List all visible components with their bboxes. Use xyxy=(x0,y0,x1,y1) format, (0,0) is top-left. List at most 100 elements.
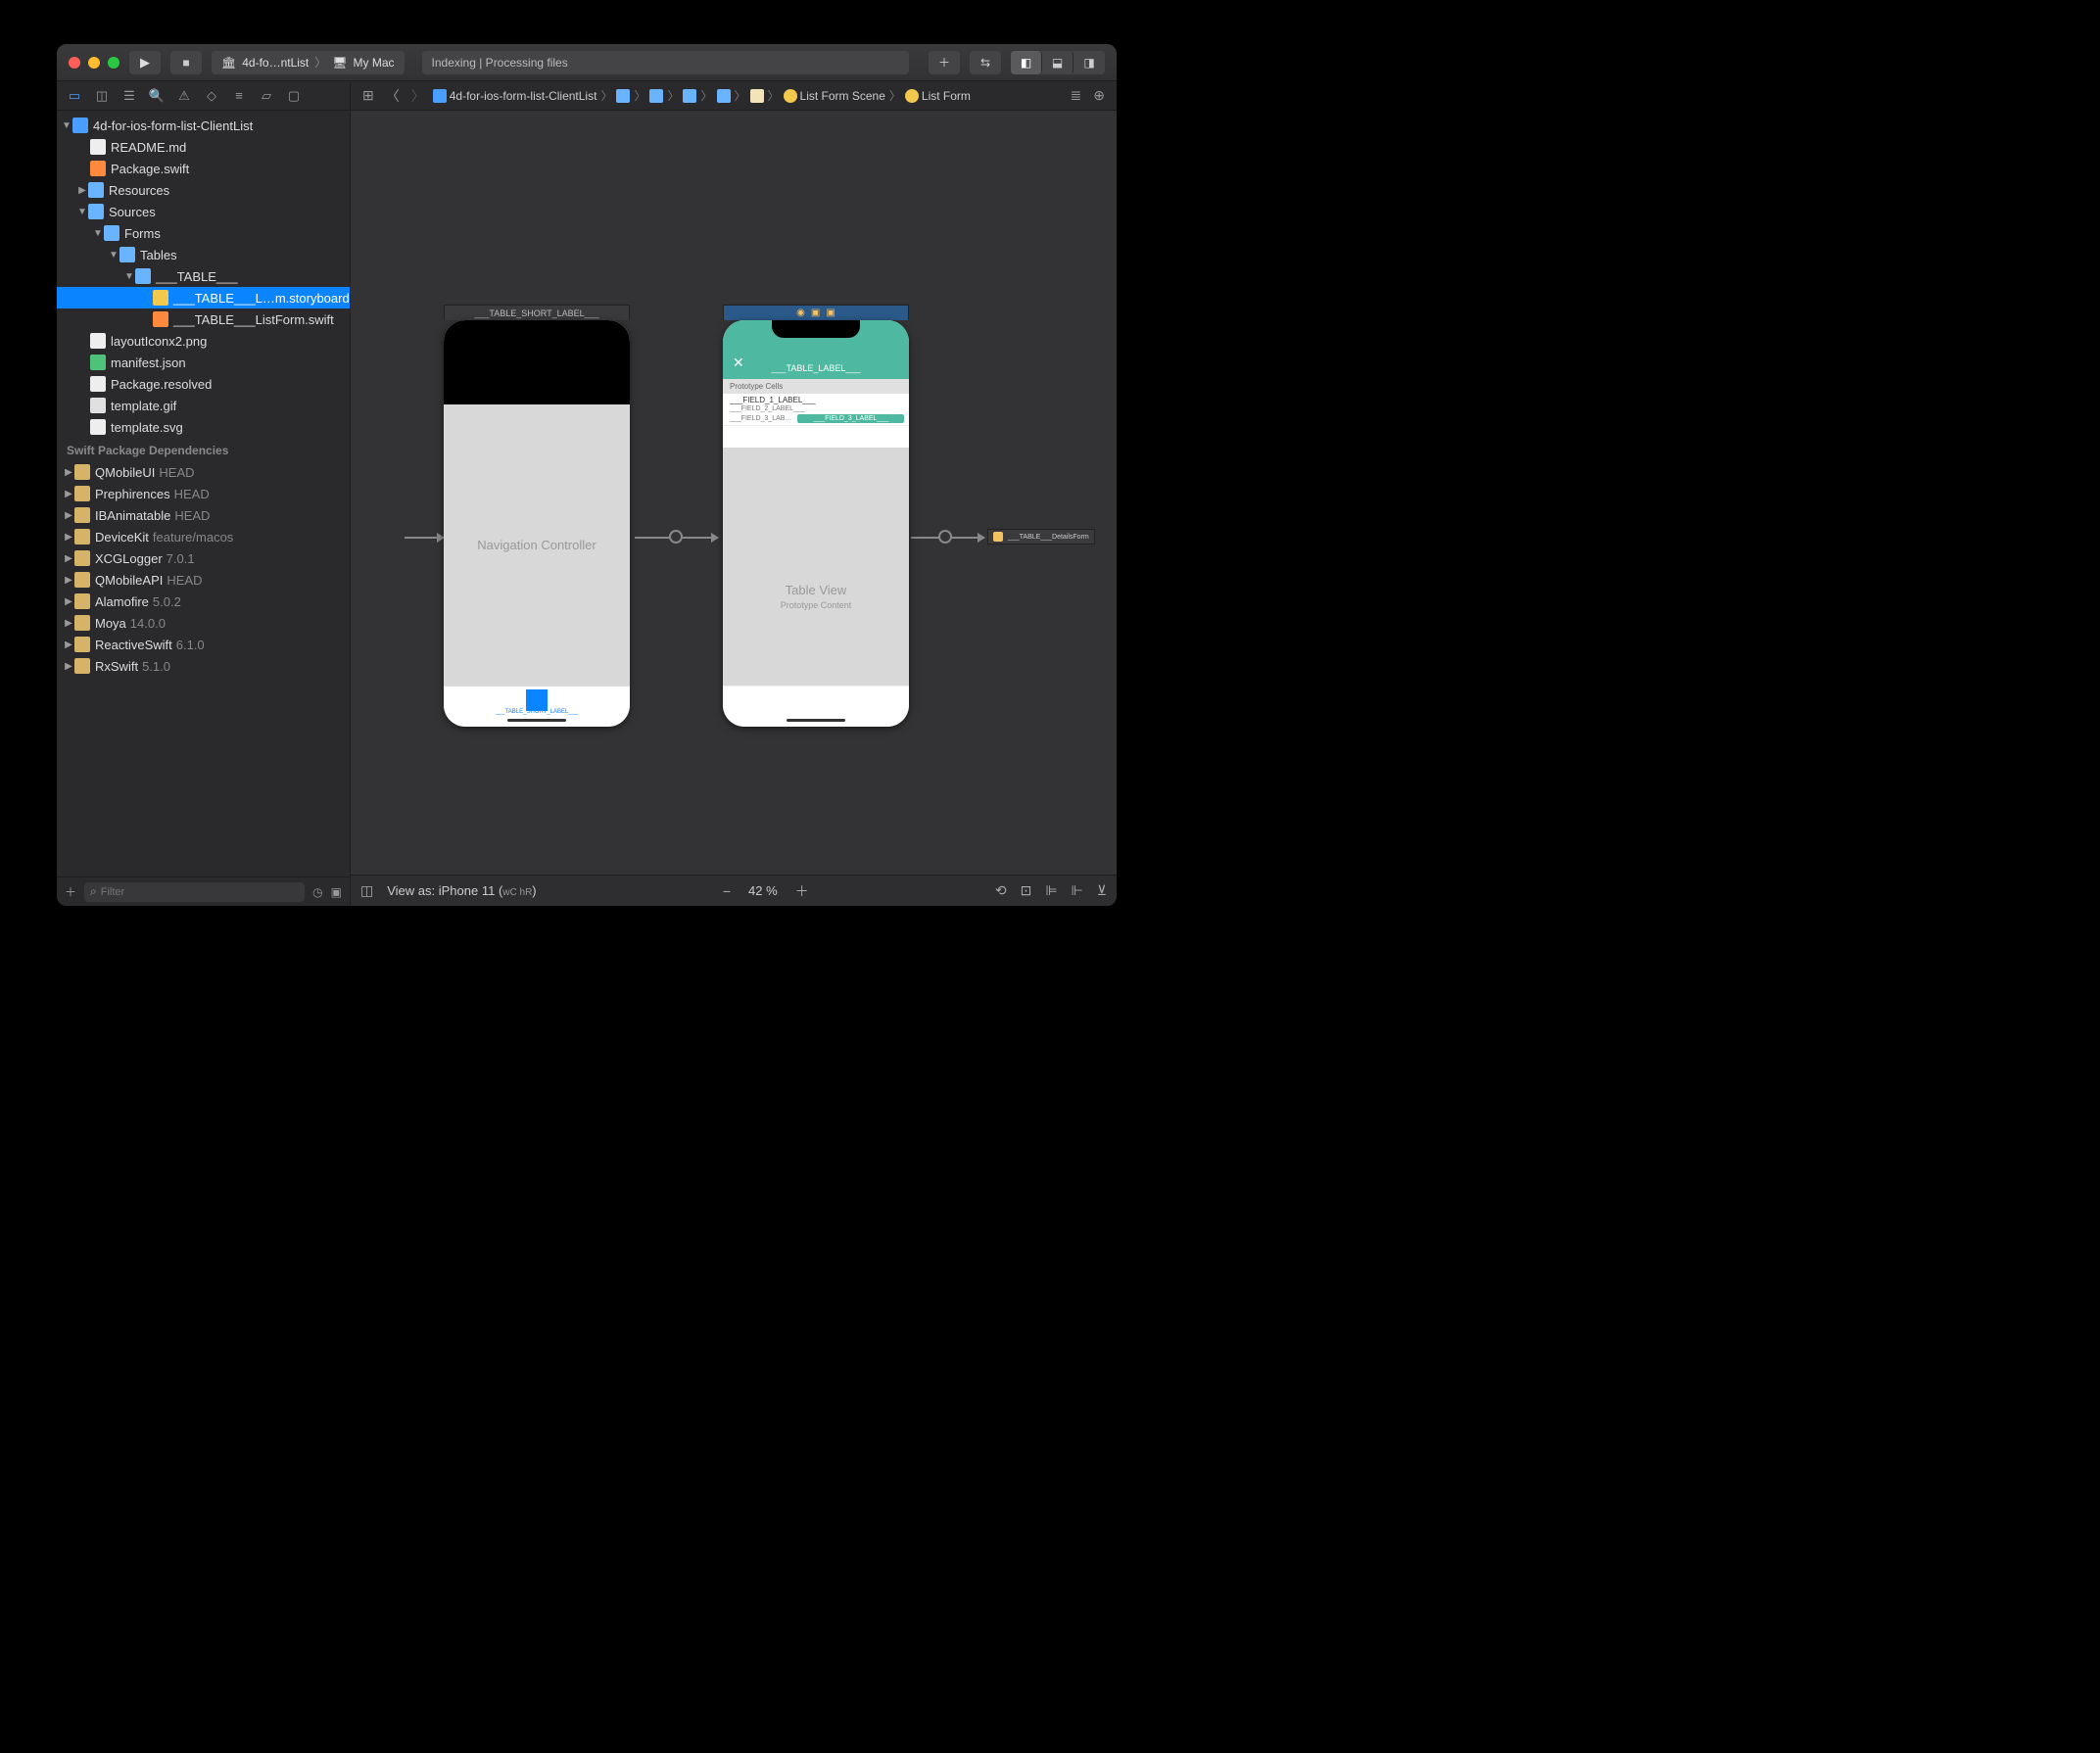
folder-row-forms[interactable]: ▼Forms xyxy=(57,222,350,244)
prototype-cells-section[interactable]: Prototype Cells ___FIELD_1_LABEL___ ___F… xyxy=(723,379,909,426)
constraints-embed-button[interactable]: ⊡ xyxy=(1021,882,1032,899)
scheme-selector[interactable]: 🏛 4d-fo…ntList 〉 🖥 My Mac xyxy=(212,51,405,74)
file-row-manifest[interactable]: manifest.json xyxy=(57,352,350,373)
adjust-editor-options-button[interactable]: ≣ xyxy=(1067,87,1086,104)
filter-icon: ⌕ xyxy=(90,884,97,899)
dependency-name: Moya xyxy=(95,616,126,631)
stop-button[interactable]: ■ xyxy=(170,51,202,74)
dependency-row[interactable]: ▶PrephirencesHEAD xyxy=(57,483,350,504)
constraints-update-frames-button[interactable]: ⟲ xyxy=(995,882,1007,899)
folder-row-tables[interactable]: ▼Tables xyxy=(57,244,350,265)
constraints-resolve-button[interactable]: ⊻ xyxy=(1097,882,1107,899)
breakpoint-navigator-tab[interactable]: ▱ xyxy=(259,88,274,104)
file-row-readme[interactable]: README.md xyxy=(57,136,350,158)
forward-button[interactable]: 〉 xyxy=(407,86,429,106)
close-icon[interactable]: ✕ xyxy=(733,355,744,371)
toggle-inspectors-button[interactable]: ◨ xyxy=(1074,51,1105,74)
storyboard-reference[interactable]: ___TABLE___DetailsForm xyxy=(987,529,1095,545)
file-row-template-gif[interactable]: template.gif xyxy=(57,395,350,416)
dependency-row[interactable]: ▶Alamofire5.0.2 xyxy=(57,591,350,612)
scene-title-bar-selected[interactable]: ◉ ▣ ▣ xyxy=(723,305,909,320)
minimize-window-button[interactable] xyxy=(88,57,100,69)
file-row-package[interactable]: Package.swift xyxy=(57,158,350,179)
add-editor-button[interactable]: ⊕ xyxy=(1089,87,1109,104)
dependency-version: HEAD xyxy=(174,487,210,501)
first-responder-icon[interactable]: ▣ xyxy=(811,308,820,318)
toggle-navigator-button[interactable]: ◧ xyxy=(1011,51,1042,74)
view-controller-icon[interactable]: ◉ xyxy=(796,308,805,318)
zoom-window-button[interactable] xyxy=(108,57,119,69)
find-navigator-tab[interactable]: 🔍 xyxy=(149,88,165,104)
file-row-listform-swift[interactable]: ___TABLE___ListForm.swift xyxy=(57,308,350,330)
file-row-resolved[interactable]: Package.resolved xyxy=(57,373,350,395)
image-file-icon xyxy=(90,398,106,413)
zoom-level-label[interactable]: 42 % xyxy=(748,883,778,898)
zoom-out-button[interactable]: − xyxy=(723,883,731,899)
dependency-row[interactable]: ▶QMobileAPIHEAD xyxy=(57,569,350,591)
file-row-layouticon[interactable]: layoutIconx2.png xyxy=(57,330,350,352)
jump-crumb-object[interactable]: List Form xyxy=(905,89,971,103)
add-files-button[interactable]: ＋ xyxy=(65,883,76,900)
toggle-debug-area-button[interactable]: ⬓ xyxy=(1042,51,1074,74)
issue-navigator-tab[interactable]: ⚠ xyxy=(176,88,192,104)
test-navigator-tab[interactable]: ◇ xyxy=(204,88,219,104)
dependency-version: 14.0.0 xyxy=(130,616,166,631)
back-button[interactable]: 〈 xyxy=(382,86,404,106)
navigation-controller-scene[interactable]: ___TABLE_SHORT_LABEL___ Navigation Contr… xyxy=(444,305,630,727)
jump-crumb-scene[interactable]: List Form Scene xyxy=(784,89,885,103)
package-icon xyxy=(74,593,90,609)
jump-crumb-folder[interactable] xyxy=(683,89,696,103)
dependency-row[interactable]: ▶DeviceKitfeature/macos xyxy=(57,526,350,547)
dependency-row[interactable]: ▶Moya14.0.0 xyxy=(57,612,350,634)
library-button[interactable]: ＋ xyxy=(929,51,960,74)
related-items-button[interactable]: ⊞ xyxy=(358,87,378,104)
segue-icon[interactable] xyxy=(938,530,952,544)
constraints-align-button[interactable]: ⊫ xyxy=(1045,882,1057,899)
jump-crumb-file[interactable] xyxy=(750,89,764,103)
dependency-row[interactable]: ▶XCGLogger7.0.1 xyxy=(57,547,350,569)
toggle-document-outline-button[interactable]: ◫ xyxy=(360,882,373,899)
project-root-row[interactable]: ▼4d-for-ios-form-list-ClientList xyxy=(57,115,350,136)
constraints-pin-button[interactable]: ⊩ xyxy=(1072,882,1083,899)
folder-row-resources[interactable]: ▶Resources xyxy=(57,179,350,201)
file-row-storyboard[interactable]: ___TABLE___L…m.storyboard xyxy=(57,287,350,308)
filter-input[interactable] xyxy=(101,886,299,898)
scm-filter-button[interactable]: ▣ xyxy=(331,885,342,899)
dependency-row[interactable]: ▶ReactiveSwift6.1.0 xyxy=(57,634,350,655)
jump-crumb-project[interactable]: 4d-for-ios-form-list-ClientList xyxy=(433,89,597,103)
jump-crumb-folder[interactable] xyxy=(717,89,731,103)
exit-icon[interactable]: ▣ xyxy=(826,308,835,318)
view-as-control[interactable]: View as: iPhone 11 (wC hR) xyxy=(387,883,536,898)
markdown-file-icon xyxy=(90,139,106,155)
source-control-navigator-tab[interactable]: ◫ xyxy=(94,88,110,104)
table-view-body[interactable]: Table View Prototype Content xyxy=(723,448,909,686)
file-row-template-svg[interactable]: template.svg xyxy=(57,416,350,438)
run-button[interactable]: ▶ xyxy=(129,51,161,74)
jump-crumb-folder[interactable] xyxy=(616,89,630,103)
symbol-navigator-tab[interactable]: ☰ xyxy=(121,88,137,104)
canvas-bottom-bar: ◫ View as: iPhone 11 (wC hR) − 42 % ＋ ⟲ … xyxy=(351,875,1117,906)
traffic-lights xyxy=(69,57,119,69)
entry-point-arrow[interactable] xyxy=(405,537,444,539)
dependency-row[interactable]: ▶QMobileUIHEAD xyxy=(57,461,350,483)
code-review-button[interactable]: ⇆ xyxy=(970,51,1001,74)
folder-row-table-template[interactable]: ▼___TABLE___ xyxy=(57,265,350,287)
jump-crumb-folder[interactable] xyxy=(649,89,663,103)
dependency-name: ReactiveSwift xyxy=(95,638,172,652)
report-navigator-tab[interactable]: ▢ xyxy=(286,88,302,104)
interface-builder-canvas[interactable]: ___TABLE_SHORT_LABEL___ Navigation Contr… xyxy=(351,111,1117,875)
filter-field-wrap[interactable]: ⌕ xyxy=(84,882,305,902)
file-tree[interactable]: ▼4d-for-ios-form-list-ClientList README.… xyxy=(57,111,350,876)
scene-title-bar[interactable]: ___TABLE_SHORT_LABEL___ xyxy=(444,305,630,320)
prototype-cell[interactable]: ___FIELD_1_LABEL___ ___FIELD_2_LABEL___ … xyxy=(723,394,909,426)
segue-relationship-icon[interactable] xyxy=(669,530,683,544)
project-navigator-tab[interactable]: ▭ xyxy=(67,88,82,104)
recent-filter-button[interactable]: ◷ xyxy=(312,885,322,899)
zoom-in-button[interactable]: ＋ xyxy=(795,881,809,901)
folder-row-sources[interactable]: ▼Sources xyxy=(57,201,350,222)
debug-navigator-tab[interactable]: ≡ xyxy=(231,88,247,104)
close-window-button[interactable] xyxy=(69,57,80,69)
list-form-scene[interactable]: ◉ ▣ ▣ ✕ ___TABLE_LABEL___ Prototype Cell… xyxy=(723,305,909,727)
dependency-row[interactable]: ▶IBAnimatableHEAD xyxy=(57,504,350,526)
dependency-row[interactable]: ▶RxSwift5.1.0 xyxy=(57,655,350,677)
